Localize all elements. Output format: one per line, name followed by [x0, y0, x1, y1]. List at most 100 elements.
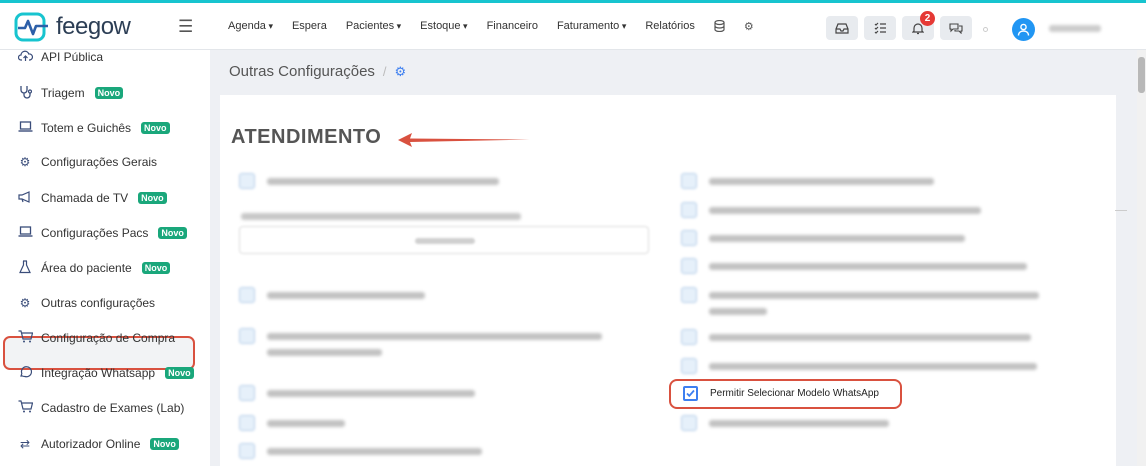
sidebar-item-configuracao-compra[interactable]: Configuração de Compra — [17, 326, 175, 350]
laptop-icon — [17, 121, 33, 135]
divider — [1115, 210, 1127, 211]
option-checkbox[interactable] — [681, 415, 697, 431]
sidebar-item-autorizador-online[interactable]: ⇄ Autorizador Online Novo — [17, 432, 179, 456]
page-scrollbar-thumb[interactable] — [1138, 57, 1145, 93]
option-label-redacted — [709, 263, 1027, 270]
settings-panel — [220, 95, 1116, 466]
option-row[interactable] — [239, 328, 602, 356]
select-label-redacted — [241, 213, 521, 220]
whatsapp-model-label[interactable]: Permitir Selecionar Modelo WhatsApp — [710, 388, 879, 399]
section-title: ATENDIMENTO — [231, 126, 382, 148]
novo-badge: Novo — [141, 262, 171, 274]
sidebar-item-configuracoes-gerais[interactable]: ⚙ Configurações Gerais — [17, 150, 157, 174]
exchange-icon: ⇄ — [19, 437, 31, 451]
option-label-redacted — [267, 448, 482, 455]
option-row[interactable] — [681, 230, 965, 246]
chat-icon[interactable] — [940, 16, 972, 40]
option-row[interactable] — [681, 287, 1039, 315]
option-checkbox[interactable] — [681, 329, 697, 345]
sidebar-item-area-paciente[interactable]: Área do paciente Novo — [17, 256, 171, 280]
option-row[interactable] — [239, 173, 499, 189]
option-row[interactable] — [681, 202, 981, 218]
gears-icon: ⚙ — [19, 155, 31, 169]
option-row[interactable] — [239, 415, 345, 431]
option-label-redacted — [267, 292, 425, 299]
gears-icon: ⚙ — [19, 296, 31, 310]
inbox-icon[interactable] — [826, 16, 858, 40]
option-label-redacted — [267, 328, 602, 356]
sidebar-item-label: Cadastro de Exames (Lab) — [41, 401, 185, 415]
sidebar-item-triagem[interactable]: Triagem Novo — [17, 81, 124, 105]
option-row[interactable] — [239, 287, 425, 303]
sidebar-item-outras-configuracoes[interactable]: ⚙ Outras configurações — [17, 291, 155, 315]
sidebar-item-label: Configurações Gerais — [41, 155, 158, 169]
option-row[interactable] — [681, 358, 1037, 374]
option-row[interactable] — [681, 173, 934, 189]
notification-badge: 2 — [920, 11, 935, 26]
option-checkbox[interactable] — [681, 230, 697, 246]
novo-badge: Novo — [138, 192, 167, 204]
option-checkbox[interactable] — [239, 173, 255, 189]
top-header: feegow ☰ Agenda Espera Pacientes Estoque… — [0, 3, 1146, 50]
annotation-arrow-icon — [398, 133, 530, 147]
laptop-icon — [17, 226, 33, 240]
option-checkbox[interactable] — [681, 258, 697, 274]
nav-faturamento[interactable]: Faturamento — [557, 20, 626, 35]
stethoscope-icon — [17, 85, 33, 102]
option-checkbox[interactable] — [239, 287, 255, 303]
sidebar-item-api-publica[interactable]: API Pública — [17, 45, 103, 69]
check-icon — [686, 389, 695, 398]
user-avatar-icon[interactable] — [1012, 18, 1035, 41]
option-checkbox[interactable] — [681, 202, 697, 218]
novo-badge: Novo — [165, 367, 194, 379]
select-dropdown-redacted[interactable] — [239, 226, 649, 254]
page-scrollbar[interactable] — [1137, 50, 1146, 466]
cart-icon — [17, 400, 33, 416]
sidebar-item-cadastro-exames[interactable]: Cadastro de Exames (Lab) — [17, 396, 184, 420]
sidebar-item-label: Autorizador Online — [41, 437, 141, 451]
checklist-icon[interactable] — [864, 16, 896, 40]
user-name-redacted[interactable] — [1049, 25, 1101, 32]
breadcrumb-separator: / — [382, 64, 387, 79]
option-checkbox[interactable] — [681, 287, 697, 303]
nav-estoque[interactable]: Estoque — [420, 20, 467, 35]
option-checkbox[interactable] — [681, 173, 697, 189]
option-checkbox[interactable] — [239, 385, 255, 401]
megaphone-icon — [17, 190, 33, 206]
database-icon[interactable] — [714, 19, 725, 35]
sidebar-item-totem[interactable]: Totem e Guichês Novo — [17, 116, 170, 140]
sidebar-item-label: Chamada de TV — [41, 191, 129, 205]
sidebar-item-configuracoes-pacs[interactable]: Configurações Pacs Novo — [17, 221, 187, 245]
sidebar-item-label: Integração Whatsapp — [41, 366, 156, 380]
option-row[interactable] — [239, 385, 475, 401]
nav-financeiro[interactable]: Financeiro — [487, 20, 538, 35]
option-checkbox[interactable] — [239, 443, 255, 459]
nav-espera[interactable]: Espera — [292, 20, 327, 35]
breadcrumb: Outras Configurações / ⚙ — [229, 63, 406, 80]
feegow-logo[interactable]: feegow — [14, 12, 131, 42]
option-row[interactable] — [681, 415, 889, 431]
whatsapp-model-checkbox[interactable] — [683, 386, 698, 401]
hamburger-menu-icon[interactable]: ☰ — [178, 17, 193, 37]
gear-icon[interactable]: ⚙ — [744, 20, 754, 35]
option-checkbox[interactable] — [681, 358, 697, 374]
sidebar-item-chamada-tv[interactable]: Chamada de TV Novo — [17, 186, 167, 210]
option-row[interactable] — [681, 329, 1031, 345]
option-row[interactable] — [239, 443, 482, 459]
novo-badge: Novo — [141, 122, 170, 134]
option-checkbox[interactable] — [239, 328, 255, 344]
sidebar-item-label: Área do paciente — [41, 261, 132, 275]
sidebar-item-label: Configuração de Compra — [41, 331, 176, 345]
option-label-redacted — [709, 420, 889, 427]
option-checkbox[interactable] — [239, 415, 255, 431]
option-row[interactable] — [681, 258, 1027, 274]
logo-text: feegow — [56, 13, 131, 40]
whatsapp-icon — [17, 365, 33, 381]
option-label-redacted — [267, 390, 475, 397]
cloud-upload-icon — [17, 50, 33, 65]
nav-relatorios[interactable]: Relatórios — [645, 20, 695, 35]
nav-agenda[interactable]: Agenda — [228, 20, 273, 35]
gears-icon: ⚙ — [394, 63, 407, 79]
sidebar-item-integracao-whatsapp[interactable]: Integração Whatsapp Novo — [17, 361, 194, 385]
nav-pacientes[interactable]: Pacientes — [346, 20, 401, 35]
